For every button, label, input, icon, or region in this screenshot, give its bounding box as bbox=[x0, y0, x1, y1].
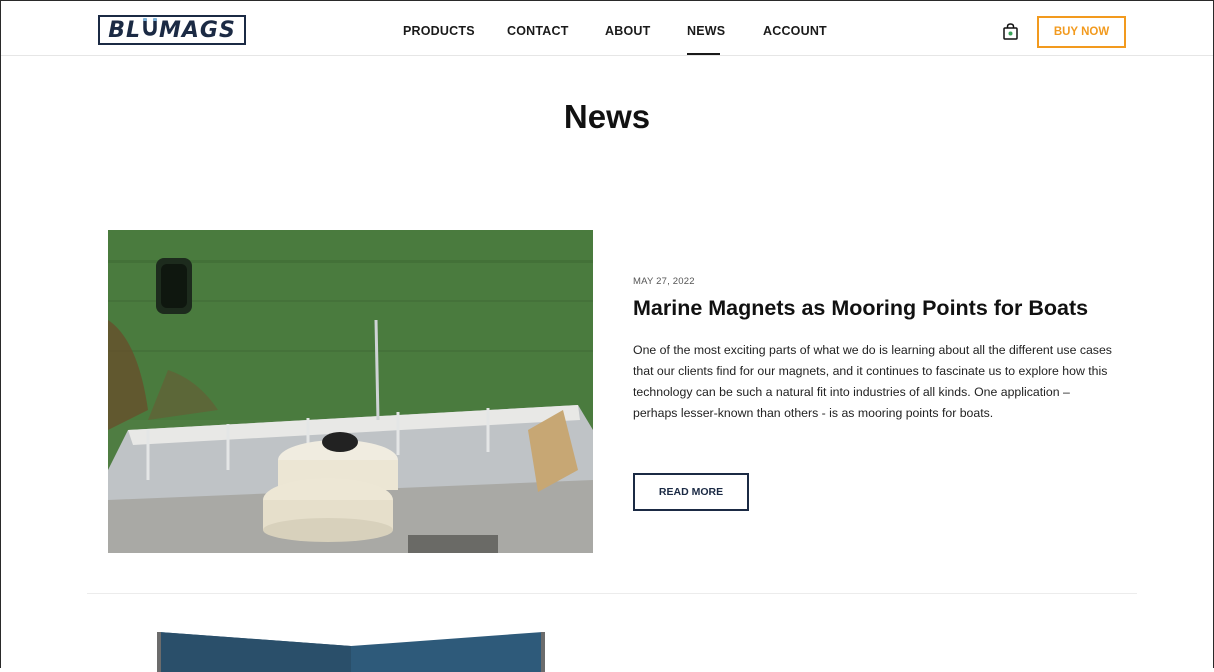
article-excerpt: One of the most exciting parts of what w… bbox=[633, 343, 1112, 420]
nav-about[interactable]: ABOUT bbox=[605, 24, 650, 38]
magnet-icon bbox=[142, 17, 158, 43]
article-image[interactable] bbox=[108, 230, 593, 553]
site-header: BL MAGS PRODUCTS CONTACT ABOUT NEWS ACCO… bbox=[1, 0, 1213, 56]
shopping-bag-icon[interactable] bbox=[1003, 23, 1018, 40]
page-title: News bbox=[563, 98, 651, 135]
buy-now-button[interactable]: BUY NOW bbox=[1037, 16, 1126, 48]
nav-active-indicator bbox=[687, 53, 720, 55]
logo-text-left: BL bbox=[108, 17, 141, 43]
logo-text-right: MAGS bbox=[158, 17, 236, 43]
nav-news[interactable]: NEWS bbox=[687, 24, 725, 38]
article-date: MAY 27, 2022 bbox=[633, 276, 695, 287]
read-more-button[interactable]: READ MORE bbox=[633, 473, 749, 511]
nav-contact[interactable]: CONTACT bbox=[507, 24, 569, 38]
next-article-image[interactable] bbox=[151, 632, 551, 672]
article-divider bbox=[87, 593, 1137, 594]
nav-products[interactable]: PRODUCTS bbox=[403, 24, 475, 38]
brand-logo[interactable]: BL MAGS bbox=[98, 15, 246, 45]
article-title[interactable]: Marine Magnets as Mooring Points for Boa… bbox=[633, 296, 1088, 321]
nav-account[interactable]: ACCOUNT bbox=[763, 24, 827, 38]
